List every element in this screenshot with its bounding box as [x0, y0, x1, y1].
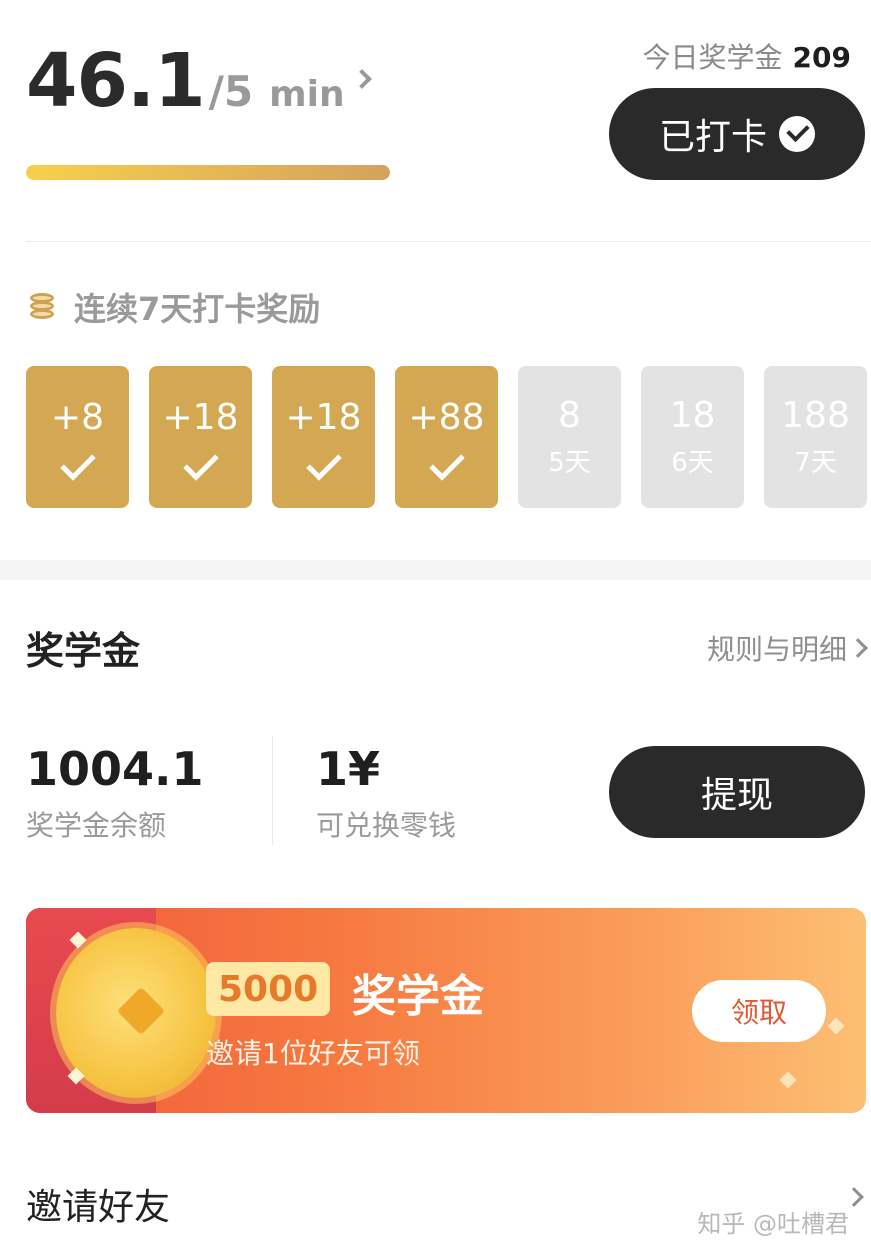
reading-minutes: 46.1	[26, 38, 206, 124]
scholarship-balance: 1004.1 奖学金余额	[26, 742, 204, 844]
withdraw-button[interactable]: 提现	[609, 746, 865, 838]
reading-progress-link[interactable]: 46.1 /5 min	[26, 38, 372, 124]
streak-day-amount: 188	[781, 395, 850, 436]
check-icon	[305, 444, 342, 481]
reading-progress-fill	[26, 165, 390, 180]
reading-section: 46.1 /5 min 今日奖学金 209 已打卡	[0, 0, 871, 242]
streak-day-1: +8	[26, 366, 129, 508]
streak-day-amount: 8	[558, 395, 581, 436]
sparkle-icon	[779, 1071, 797, 1089]
exchangeable-change: 1¥ 可兑换零钱	[316, 742, 456, 844]
rules-link-label: 规则与明细	[706, 633, 847, 666]
streak-days: +8 +18 +18 +88 8 5天 18 6天 188 7天	[26, 366, 867, 508]
banner-subtitle: 邀请1位好友可领	[206, 1037, 420, 1070]
streak-day-5: 8 5天	[518, 366, 621, 508]
section-gap	[0, 560, 871, 580]
reading-goal: /5	[208, 67, 254, 116]
reading-progress-bar	[26, 165, 390, 180]
streak-day-7: 188 7天	[764, 366, 867, 508]
reading-goal-unit: min	[269, 74, 345, 115]
streak-day-6: 18 6天	[641, 366, 744, 508]
check-icon	[182, 444, 219, 481]
section-divider	[26, 241, 871, 242]
chevron-right-icon	[351, 69, 372, 89]
scholarship-title: 奖学金	[26, 629, 141, 673]
watermark: 知乎 @吐槽君	[697, 1210, 849, 1238]
streak-day-label: 7天	[794, 448, 837, 478]
check-circle-icon	[779, 116, 815, 152]
check-icon	[59, 444, 96, 481]
streak-day-4: +88	[395, 366, 498, 508]
streak-day-2: +18	[149, 366, 252, 508]
streak-title: 连续7天打卡奖励	[74, 290, 321, 328]
checked-in-label: 已打卡	[658, 117, 767, 158]
checked-in-button[interactable]: 已打卡	[609, 88, 865, 180]
streak-day-amount: +18	[162, 396, 239, 438]
today-scholarship: 今日奖学金 209	[643, 36, 851, 76]
streak-day-amount: +18	[285, 396, 362, 438]
streak-header: 连续7天打卡奖励	[26, 284, 320, 330]
streak-day-3: +18	[272, 366, 375, 508]
streak-day-amount: +88	[408, 396, 485, 438]
vertical-divider	[272, 736, 273, 846]
claim-button[interactable]: 领取	[692, 980, 826, 1042]
sparkle-icon	[827, 1017, 845, 1035]
rules-and-details-link[interactable]: 规则与明细	[706, 628, 868, 668]
check-icon	[428, 444, 465, 481]
banner-title: 奖学金	[352, 971, 484, 1022]
today-scholarship-value: 209	[792, 41, 851, 74]
coin-diamond-icon	[116, 986, 166, 1036]
exchange-label: 可兑换零钱	[316, 809, 457, 842]
exchange-value: 1¥	[316, 742, 381, 796]
invite-banner[interactable]: 5000 奖学金 邀请1位好友可领 领取	[26, 908, 866, 1113]
invite-friends-row[interactable]: 邀请好友	[26, 1178, 170, 1230]
balance-label: 奖学金余额	[26, 809, 167, 842]
streak-day-label: 6天	[671, 448, 714, 478]
balance-value: 1004.1	[26, 742, 204, 796]
streak-day-amount: +8	[50, 396, 105, 438]
streak-day-label: 5天	[548, 448, 591, 478]
banner-amount-badge: 5000	[206, 962, 331, 1016]
chevron-right-icon	[848, 638, 868, 658]
today-scholarship-label: 今日奖学金	[642, 41, 783, 74]
coins-icon	[26, 289, 62, 325]
streak-day-amount: 18	[669, 395, 716, 436]
